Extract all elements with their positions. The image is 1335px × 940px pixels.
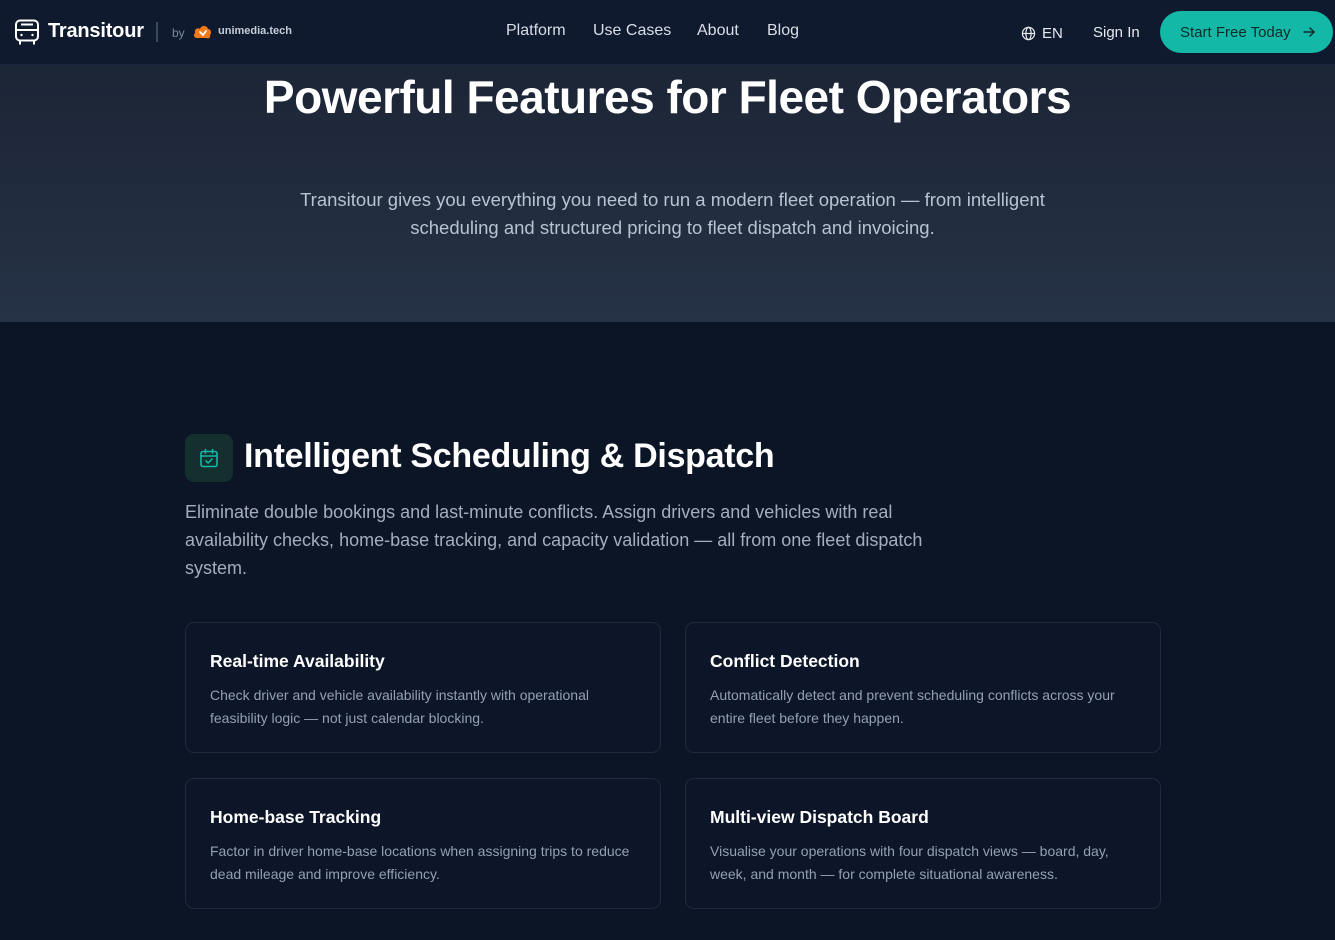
hero-subtitle: Transitour gives you everything you need… xyxy=(300,189,1045,238)
nav-link-blog[interactable]: Blog xyxy=(767,22,799,40)
card-title: Home-base Tracking xyxy=(210,807,382,827)
by-label: by xyxy=(172,26,185,40)
hero-title: Powerful Features for Fleet Operators xyxy=(263,71,1072,123)
section-icon-badge xyxy=(185,434,233,482)
nav-link-about[interactable]: About xyxy=(697,22,739,40)
bus-logo-icon[interactable] xyxy=(14,19,40,46)
card-description: Visualise your operations with four disp… xyxy=(710,843,1109,882)
section-description: Eliminate double bookings and last-minut… xyxy=(185,502,923,578)
sign-in-link[interactable]: Sign In xyxy=(1093,24,1140,41)
feature-card-home-base-tracking: Home-base Tracking Factor in driver home… xyxy=(185,778,661,909)
logo-divider xyxy=(156,22,158,42)
start-free-button[interactable]: Start Free Today xyxy=(1160,11,1333,53)
card-title: Real-time Availability xyxy=(210,651,385,671)
hero-section: Powerful Features for Fleet Operators Tr… xyxy=(0,65,1335,322)
brand-name[interactable]: Transitour xyxy=(48,20,144,43)
card-title: Multi-view Dispatch Board xyxy=(710,807,929,827)
card-description: Check driver and vehicle availability in… xyxy=(210,687,589,726)
card-description: Automatically detect and prevent schedul… xyxy=(710,687,1115,726)
language-label: EN xyxy=(1042,24,1063,42)
feature-card-multi-view-dispatch-board: Multi-view Dispatch Board Visualise your… xyxy=(685,778,1161,909)
language-selector[interactable]: EN xyxy=(1021,23,1063,43)
feature-card-real-time-availability: Real-time Availability Check driver and … xyxy=(185,622,661,753)
feature-card-conflict-detection: Conflict Detection Automatically detect … xyxy=(685,622,1161,753)
globe-icon xyxy=(1021,26,1036,40)
section-title: Intelligent Scheduling & Dispatch xyxy=(244,437,775,475)
partner-name[interactable]: unimedia.tech xyxy=(218,25,292,37)
nav-link-use-cases[interactable]: Use Cases xyxy=(593,22,671,40)
card-description: Factor in driver home-base locations whe… xyxy=(210,843,630,882)
top-navbar: Transitour by unimedia.tech Platform Use… xyxy=(0,0,1335,65)
calendar-check-icon xyxy=(200,448,218,468)
nav-link-platform[interactable]: Platform xyxy=(506,22,566,40)
start-free-label: Start Free Today xyxy=(1180,23,1291,41)
card-title: Conflict Detection xyxy=(710,651,860,671)
arrow-right-icon xyxy=(1302,27,1315,37)
unimedia-logo-icon xyxy=(193,26,212,39)
